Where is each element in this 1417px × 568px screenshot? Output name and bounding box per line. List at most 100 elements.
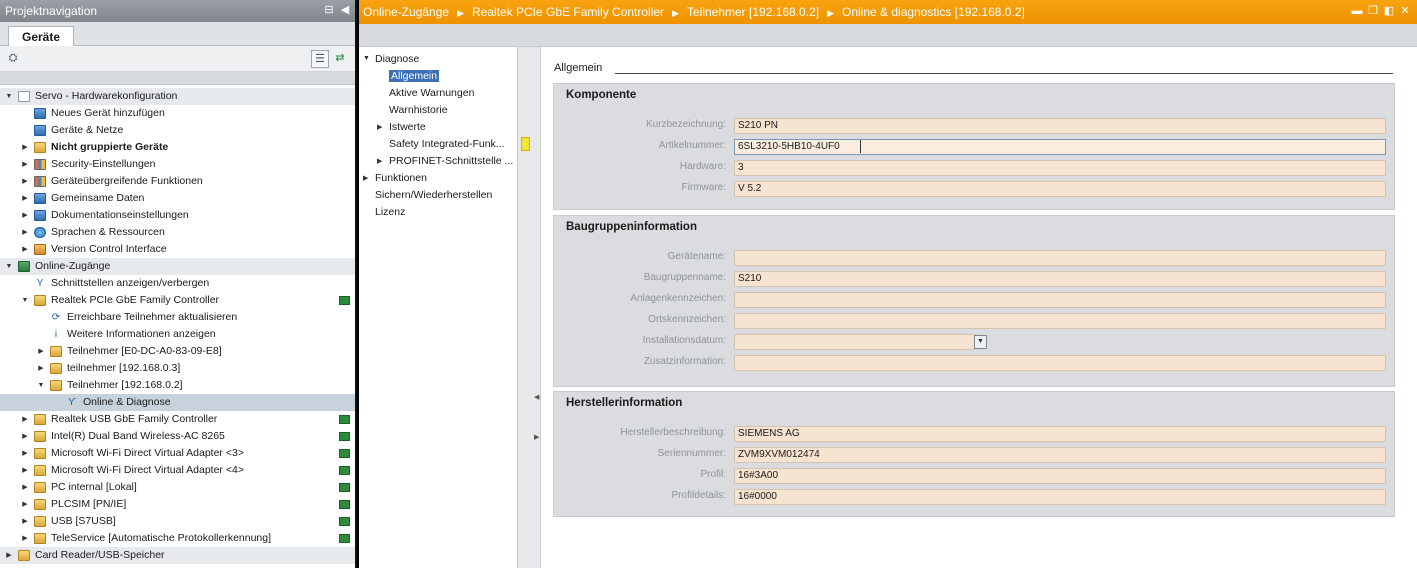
collapsed-arrow-icon[interactable]: ▶ [20,190,30,207]
tree-item[interactable]: ▶ TeleService [Automatische Protokollerke… [0,530,355,547]
collapsed-arrow-icon[interactable]: ▶ [36,360,46,377]
collapse-panel-icon[interactable]: ◀ [338,3,352,18]
tree-item[interactable]: ▶ Card Reader/USB-Speicher [0,547,355,564]
project-tree-icon[interactable]: ⛭ [4,50,22,68]
diagnostics-nav-item[interactable]: Diagnose [375,52,419,66]
collapsed-arrow-icon[interactable]: ▶ [20,428,30,445]
expanded-arrow-icon[interactable]: ▼ [4,88,14,105]
collapsed-arrow-icon[interactable]: ▶ [20,224,30,241]
splitter-grip-icon[interactable]: ◀ [534,393,539,401]
field-value[interactable]: 3 [734,160,1386,176]
tree-item[interactable]: ▼ Online-Zugänge [0,258,355,275]
breadcrumb-item[interactable]: Teilnehmer [192.168.0.2] [687,5,819,19]
tree-item[interactable]: ▶ Microsoft Wi-Fi Direct Virtual Adapter … [0,445,355,462]
field-value[interactable]: 16#3A00 [734,468,1386,484]
close-icon[interactable]: ✕ [1399,5,1411,18]
field-value[interactable]: S210 [734,271,1386,287]
network-adapter-icon [34,414,46,425]
collapsed-arrow-icon[interactable]: ▶ [20,173,30,190]
maximize-icon[interactable]: ◧ [1383,5,1395,18]
collapsed-arrow-icon[interactable]: ▶ [20,496,30,513]
field-value[interactable]: V 5.2 [734,181,1386,197]
collapsed-arrow-icon[interactable]: ▶ [377,157,382,165]
tree-item[interactable]: ▶ Geräteübergreifende Funktionen [0,173,355,190]
tree-item[interactable]: ▶ teilnehmer [192.168.0.3] [0,360,355,377]
diagnostics-nav-item[interactable]: Lizenz [375,205,405,219]
collapsed-arrow-icon[interactable]: ▶ [20,241,30,258]
tree-item[interactable]: Geräte & Netze [0,122,355,139]
field-value[interactable] [734,334,977,350]
field-value[interactable] [734,355,1386,371]
field-value[interactable] [734,250,1386,266]
collapsed-arrow-icon[interactable]: ▶ [20,445,30,462]
collapsed-arrow-icon[interactable]: ▶ [20,513,30,530]
diagnostics-nav-item[interactable]: Sichern/Wiederherstellen [375,188,492,202]
sync-arrows-icon[interactable]: ⇄ [331,50,349,68]
navigation-splitter[interactable]: ◀ ▶ [517,47,541,568]
tree-item[interactable]: ▶ Sprachen & Ressourcen [0,224,355,241]
refresh-nodes-icon: ⟳ [51,312,61,323]
collapsed-arrow-icon[interactable]: ▶ [20,411,30,428]
tree-item[interactable]: ▶ PLCSIM [PN/IE] [0,496,355,513]
tree-item[interactable]: ▶ PC internal [Lokal] [0,479,355,496]
tab-geraete[interactable]: Geräte [8,26,74,47]
pin-icon[interactable]: ⊟ [322,3,336,18]
breadcrumb-item[interactable]: Online & diagnostics [192.168.0.2] [842,5,1025,19]
online-status-icon [339,466,350,475]
tree-item[interactable]: ▶ Microsoft Wi-Fi Direct Virtual Adapter … [0,462,355,479]
tree-item[interactable]: i Weitere Informationen anzeigen [0,326,355,343]
tree-item[interactable]: ▶ Security-Einstellungen [0,156,355,173]
field-value[interactable] [734,292,1386,308]
field-value[interactable]: 6SL3210-5HB10-4UF0 [734,139,1386,155]
expanded-arrow-icon[interactable]: ▼ [363,55,370,62]
tree-item[interactable]: ⟳ Erreichbare Teilnehmer aktualisieren [0,309,355,326]
tree-item[interactable]: ▶ USB [S7USB] [0,513,355,530]
collapsed-arrow-icon[interactable]: ▶ [20,139,30,156]
collapsed-arrow-icon[interactable]: ▶ [363,174,368,182]
tree-item[interactable]: ▶ Realtek USB GbE Family Controller [0,411,355,428]
expanded-arrow-icon[interactable]: ▼ [4,258,14,275]
tree-item[interactable]: Y Schnittstellen anzeigen/verbergen [0,275,355,292]
collapsed-arrow-icon[interactable]: ▶ [20,156,30,173]
tree-item[interactable]: ▶ Nicht gruppierte Geräte [0,139,355,156]
breadcrumb-item[interactable]: Online-Zugänge [363,5,449,19]
collapsed-arrow-icon[interactable]: ▶ [36,343,46,360]
restore-icon[interactable]: ❐ [1367,5,1379,18]
tree-item[interactable]: ▼ Realtek PCIe GbE Family Controller [0,292,355,309]
collapsed-arrow-icon[interactable]: ▶ [20,207,30,224]
tree-item[interactable]: ▶ Gemeinsame Daten [0,190,355,207]
field-value[interactable]: S210 PN [734,118,1386,134]
collapsed-arrow-icon[interactable]: ▶ [4,547,14,564]
tree-item[interactable]: ▶ Dokumentationseinstellungen [0,207,355,224]
tree-item[interactable]: ▼ Servo - Hardwarekonfiguration [0,88,355,105]
diagnostics-nav-item[interactable]: Safety Integrated-Funk... [389,137,505,151]
diagnostics-nav-item[interactable]: Allgemein [389,69,440,83]
expanded-arrow-icon[interactable]: ▼ [36,377,46,394]
field-value[interactable]: 16#0000 [734,489,1386,505]
collapsed-arrow-icon[interactable]: ▶ [20,530,30,547]
tree-item[interactable]: ϒ Online & Diagnose [0,394,355,411]
expanded-arrow-icon[interactable]: ▼ [20,292,30,309]
overview-view-icon[interactable]: ☰ [311,50,329,68]
diagnostics-nav-item[interactable]: Warnhistorie [389,103,448,117]
splitter-grip-icon[interactable]: ▶ [534,433,539,441]
diagnostics-nav-item[interactable]: PROFINET-Schnittstelle ... [389,154,513,168]
tree-item[interactable]: ▼ Teilnehmer [192.168.0.2] [0,377,355,394]
tree-item[interactable]: ▶ Teilnehmer [E0-DC-A0-83-09-E8] [0,343,355,360]
minimize-icon[interactable]: ▬ [1351,5,1363,18]
diagnostics-nav-item[interactable]: Aktive Warnungen [389,86,474,100]
collapsed-arrow-icon[interactable]: ▶ [20,479,30,496]
tree-item[interactable]: ▶ Version Control Interface [0,241,355,258]
field-value[interactable]: SIEMENS AG [734,426,1386,442]
tree-item[interactable]: Neues Gerät hinzufügen [0,105,355,122]
collapsed-arrow-icon[interactable]: ▶ [20,462,30,479]
project-tree: ▼ Servo - Hardwarekonfiguration Neues Gerä… [0,88,355,564]
tree-item[interactable]: ▶ Intel(R) Dual Band Wireless-AC 8265 [0,428,355,445]
date-dropdown-icon[interactable]: ▼ [974,335,987,349]
collapsed-arrow-icon[interactable]: ▶ [377,123,382,131]
field-value[interactable] [734,313,1386,329]
diagnostics-nav-item[interactable]: Funktionen [375,171,427,185]
breadcrumb-item[interactable]: Realtek PCIe GbE Family Controller [472,5,664,19]
field-value[interactable]: ZVM9XVM012474 [734,447,1386,463]
diagnostics-nav-item[interactable]: Istwerte [389,120,426,134]
